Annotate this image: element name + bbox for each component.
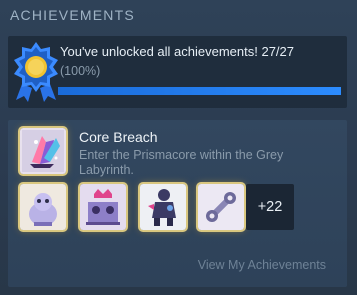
achievement-description: Enter the Prismacore within the Grey Lab…: [79, 148, 284, 177]
blob-creature-icon[interactable]: [20, 184, 66, 230]
achievement-title: Core Breach: [79, 129, 158, 145]
section-title: ACHIEVEMENTS: [10, 7, 135, 23]
prismacore-crystal-icon[interactable]: [20, 128, 66, 174]
unlock-status-text: You've unlocked all achievements! 27/27: [60, 44, 294, 59]
achievement-badge-icon: [14, 42, 58, 102]
recent-achievement-card[interactable]: Core Breach Enter the Prismacore within …: [8, 120, 347, 287]
progress-bar: [58, 87, 341, 95]
dark-hero-icon[interactable]: [140, 184, 186, 230]
recent-achievements-row: +22: [20, 184, 340, 232]
crowned-figures-icon[interactable]: [80, 184, 126, 230]
achievement-summary[interactable]: You've unlocked all achievements! 27/27 …: [8, 36, 347, 108]
view-my-achievements-link[interactable]: View My Achievements: [198, 258, 326, 272]
wrench-tool-icon[interactable]: [198, 184, 244, 230]
progress-bar-fill: [58, 87, 341, 95]
unlock-percent-text: (100%): [60, 64, 101, 78]
achievements-panel: ACHIEVEMENTS You've unlocked all achieve…: [0, 0, 357, 295]
more-achievements-count[interactable]: +22: [246, 184, 294, 230]
